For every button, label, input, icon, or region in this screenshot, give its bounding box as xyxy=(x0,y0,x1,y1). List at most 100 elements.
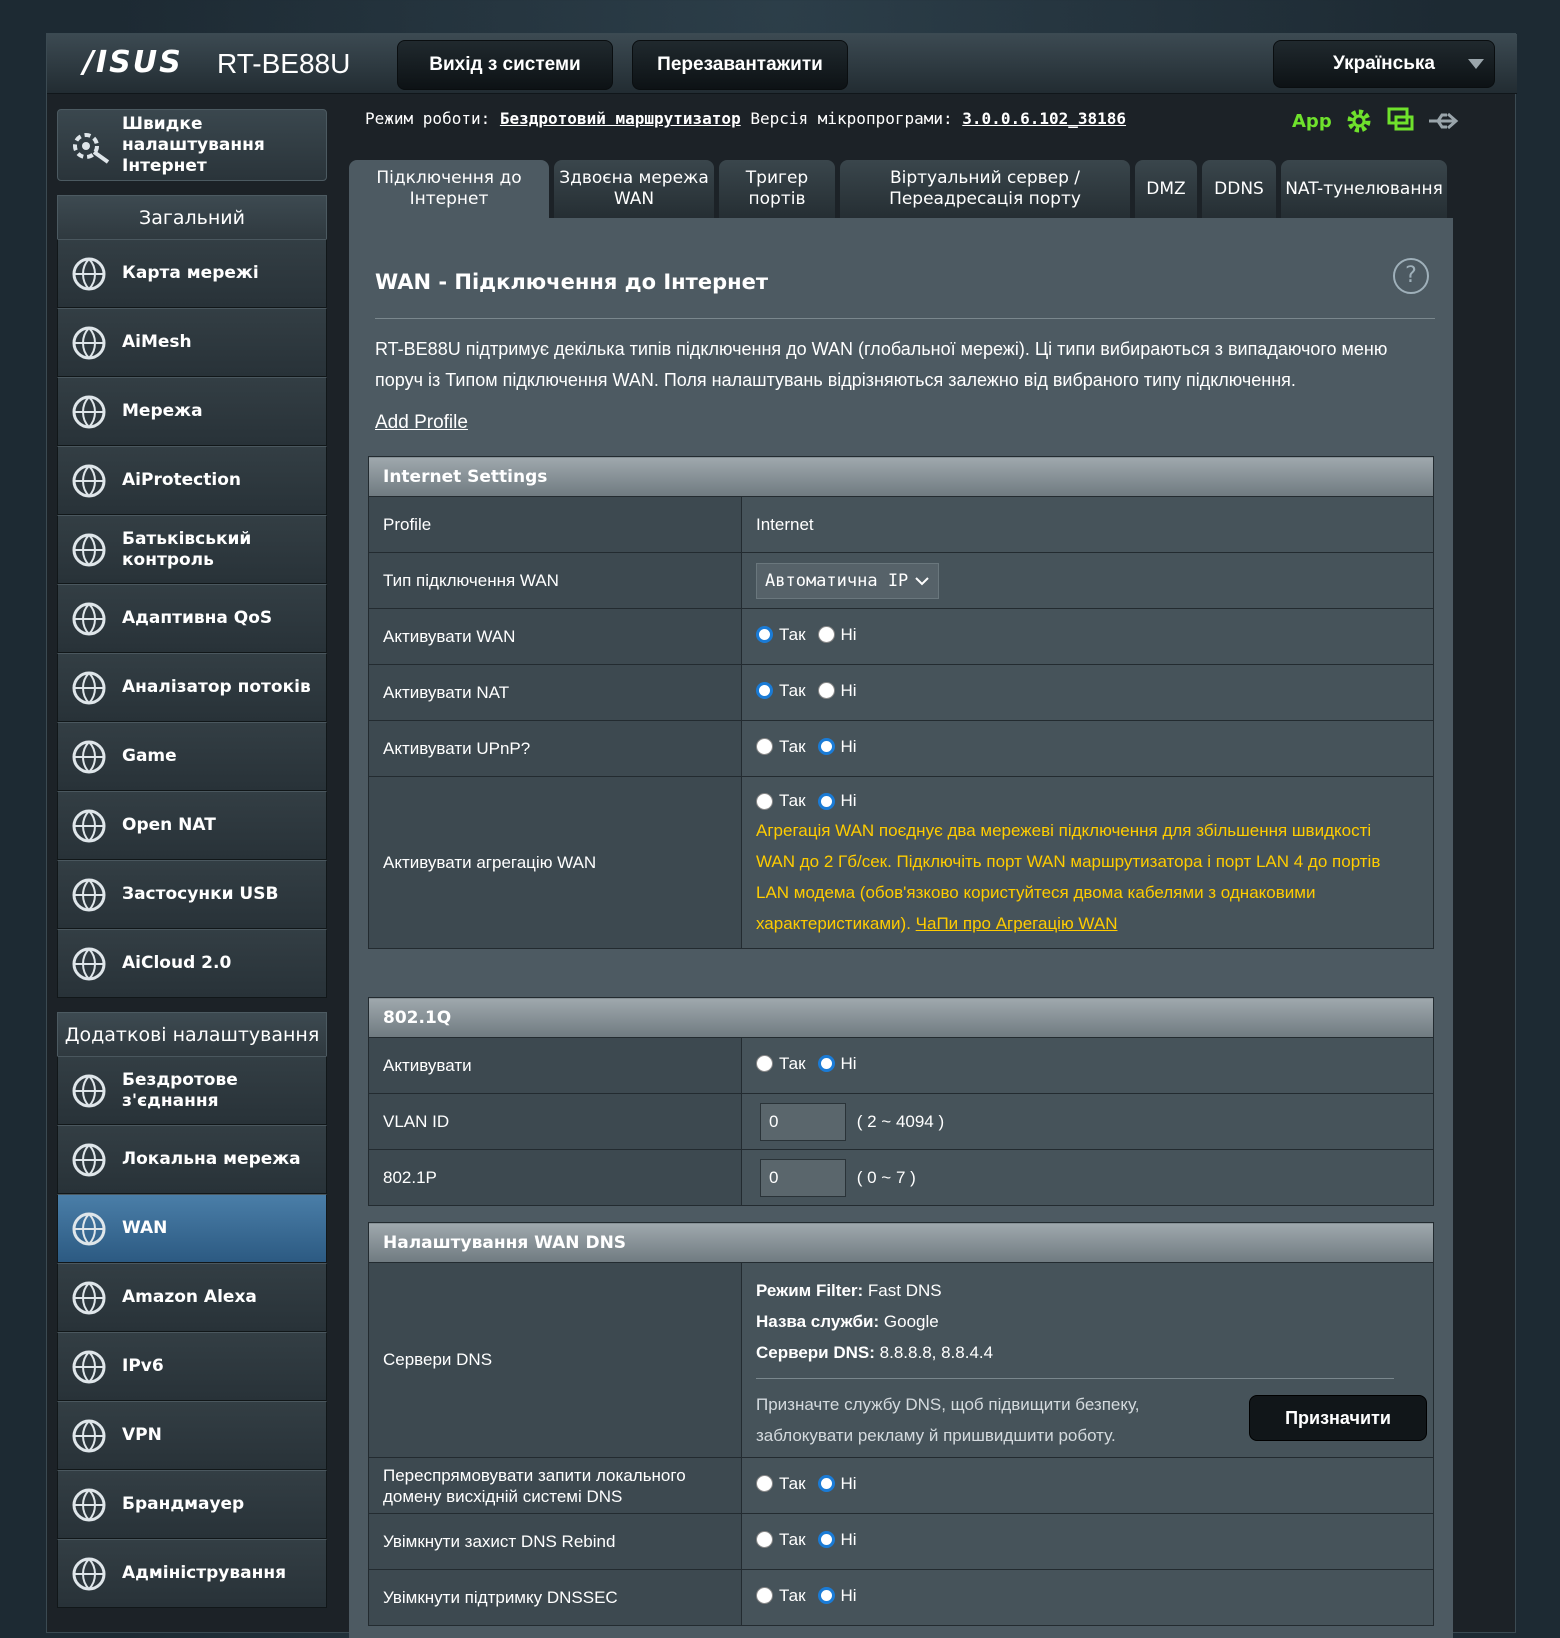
advanced-item-3[interactable]: Amazon Alexa xyxy=(57,1263,327,1332)
radio-label: Ні xyxy=(840,680,857,700)
radio-no[interactable]: Ні xyxy=(817,680,857,701)
page-description: RT-BE88U підтримує декілька типів підклю… xyxy=(375,339,1388,390)
mode-link[interactable]: Бездротовий маршрутизатор xyxy=(500,109,741,128)
radio-no[interactable]: Ні xyxy=(817,736,857,757)
gear-icon[interactable] xyxy=(1342,104,1376,138)
wan-dns-table: Налаштування WAN DNS Сервери DNS Режим F… xyxy=(368,1222,1434,1626)
tab-6[interactable]: NAT-тунелювання xyxy=(1281,160,1447,218)
tab-2[interactable]: Тригер портів xyxy=(719,160,835,218)
advanced-item-7[interactable]: Адміністрування xyxy=(57,1539,327,1608)
usb-status-icon[interactable] xyxy=(1426,106,1460,136)
tab-4[interactable]: DMZ xyxy=(1135,160,1197,218)
asus-logo[interactable]: /ISUS xyxy=(83,48,193,78)
speedometer-icon xyxy=(72,602,106,635)
vlan-id-input[interactable]: 0 xyxy=(760,1102,846,1141)
radio-yes[interactable]: Так xyxy=(756,737,806,757)
general-item-9[interactable]: Застосунки USB xyxy=(57,860,327,929)
parental-control-icon xyxy=(72,533,106,566)
add-profile-link[interactable]: Add Profile xyxy=(375,412,468,434)
radio-label: Ні xyxy=(840,736,857,756)
tab-5[interactable]: DDNS xyxy=(1202,160,1276,218)
tab-3[interactable]: Віртуальний сервер / Переадресація порту xyxy=(840,160,1130,218)
radio-dot xyxy=(817,626,835,644)
radio-yes[interactable]: Так xyxy=(756,791,806,811)
general-item-5[interactable]: Адаптивна QoS xyxy=(57,584,327,653)
radio-label: Так xyxy=(779,1585,806,1605)
dns-servers-key: Сервери DNS: xyxy=(756,1342,875,1362)
logout-button[interactable]: Вихід з системи xyxy=(397,40,613,90)
quick-internet-setup[interactable]: Швидке налаштування Інтернет xyxy=(57,109,327,181)
model-name: RT-BE88U xyxy=(217,48,351,79)
help-icon[interactable]: ? xyxy=(1393,258,1429,294)
radio-no[interactable]: Ні xyxy=(817,625,857,645)
aggregation-label: Активувати агрегацію WAN xyxy=(368,776,742,949)
radio-yes[interactable]: Так xyxy=(756,1530,806,1550)
enable-wan-radio-group: Так Ні xyxy=(741,608,1434,665)
reboot-button[interactable]: Перезавантажити xyxy=(632,40,848,90)
dns-servers-label: Сервери DNS xyxy=(368,1262,742,1458)
usb-icon xyxy=(72,878,106,911)
radio-label: Ні xyxy=(840,1529,857,1549)
radio-label: Так xyxy=(779,1053,806,1073)
radio-yes[interactable]: Так xyxy=(756,625,806,645)
radio-yes[interactable]: Так xyxy=(756,1474,806,1494)
wan-type-select[interactable]: Автоматична IP xyxy=(756,562,940,599)
radio-label: Так xyxy=(779,1529,806,1549)
advanced-item-2[interactable]: WAN xyxy=(57,1194,327,1263)
menu-item-label: Адміністрування xyxy=(122,1563,286,1583)
general-item-1[interactable]: AiMesh xyxy=(57,308,327,377)
general-item-7[interactable]: Game xyxy=(57,722,327,791)
general-item-4[interactable]: Батьківський контроль xyxy=(57,515,327,584)
tab-0[interactable]: Підключення до Інтернет xyxy=(349,160,549,218)
advanced-item-0[interactable]: Бездротове з'єднання xyxy=(57,1056,327,1125)
menu-item-label: Батьківський контроль xyxy=(122,528,252,570)
radio-no[interactable]: Ні xyxy=(817,1474,857,1494)
menu-item-label: IPv6 xyxy=(122,1356,164,1376)
menu-item-label: AiMesh xyxy=(122,332,192,352)
dot1q-enable-label: Активувати xyxy=(368,1037,742,1094)
radio-dot xyxy=(817,1475,835,1493)
radio-label: Ні xyxy=(840,1053,857,1073)
assign-dns-button[interactable]: Призначити xyxy=(1249,1395,1427,1441)
app-link[interactable]: App xyxy=(1292,111,1332,132)
general-item-0[interactable]: Карта мережі xyxy=(57,239,327,308)
vlan-id-label: VLAN ID xyxy=(368,1093,742,1150)
dot1p-label: 802.1P xyxy=(368,1149,742,1206)
radio-no[interactable]: Ні xyxy=(817,1586,857,1606)
radio-dot xyxy=(817,1055,835,1073)
tab-1[interactable]: Здвоєна мережа WAN xyxy=(554,160,714,218)
radio-no[interactable]: Ні xyxy=(817,1053,857,1074)
advanced-item-1[interactable]: Локальна мережа xyxy=(57,1125,327,1194)
guest-network-icon xyxy=(72,395,106,428)
general-item-6[interactable]: Аналізатор потоків xyxy=(57,653,327,722)
enable-upnp-label: Активувати UPnP? xyxy=(368,720,742,777)
radio-yes[interactable]: Так xyxy=(756,1054,806,1074)
advanced-item-4[interactable]: IPv6 xyxy=(57,1332,327,1401)
radio-yes[interactable]: Так xyxy=(756,681,806,701)
general-item-8[interactable]: Open NAT xyxy=(57,791,327,860)
firmware-link[interactable]: 3.0.0.6.102_38186 xyxy=(962,109,1126,128)
radio-no[interactable]: Ні xyxy=(817,1529,857,1550)
radio-no[interactable]: Ні xyxy=(817,791,857,811)
radio-yes[interactable]: Так xyxy=(756,1586,806,1606)
general-item-3[interactable]: AiProtection xyxy=(57,446,327,515)
quick-setup-icon xyxy=(73,133,110,164)
aggregation-faq-link[interactable]: ЧаПи про Агрегацію WAN xyxy=(916,914,1118,933)
dnssec-radio-group: Так Ні xyxy=(741,1569,1434,1626)
dot1p-input[interactable]: 0 xyxy=(760,1158,846,1197)
general-item-2[interactable]: Мережа xyxy=(57,377,327,446)
advanced-item-5[interactable]: VPN xyxy=(57,1401,327,1470)
general-section-title: Загальний xyxy=(57,195,327,239)
menu-item-label: Open NAT xyxy=(122,815,216,835)
dot1p-hint: ( 0 ~ 7 ) xyxy=(856,1167,916,1187)
client-status-icon[interactable] xyxy=(1386,106,1416,136)
radio-dot xyxy=(817,1531,835,1549)
filter-mode-key: Режим Filter: xyxy=(756,1280,864,1300)
general-item-10[interactable]: AiCloud 2.0 xyxy=(57,929,327,998)
service-value: Google xyxy=(883,1311,939,1331)
advanced-item-6[interactable]: Брандмауер xyxy=(57,1470,327,1539)
language-select[interactable]: Українська xyxy=(1273,40,1495,88)
menu-item-label: Адаптивна QoS xyxy=(122,608,273,628)
radio-dot xyxy=(817,738,835,756)
wan-type-value: Автоматична IP xyxy=(765,570,909,591)
